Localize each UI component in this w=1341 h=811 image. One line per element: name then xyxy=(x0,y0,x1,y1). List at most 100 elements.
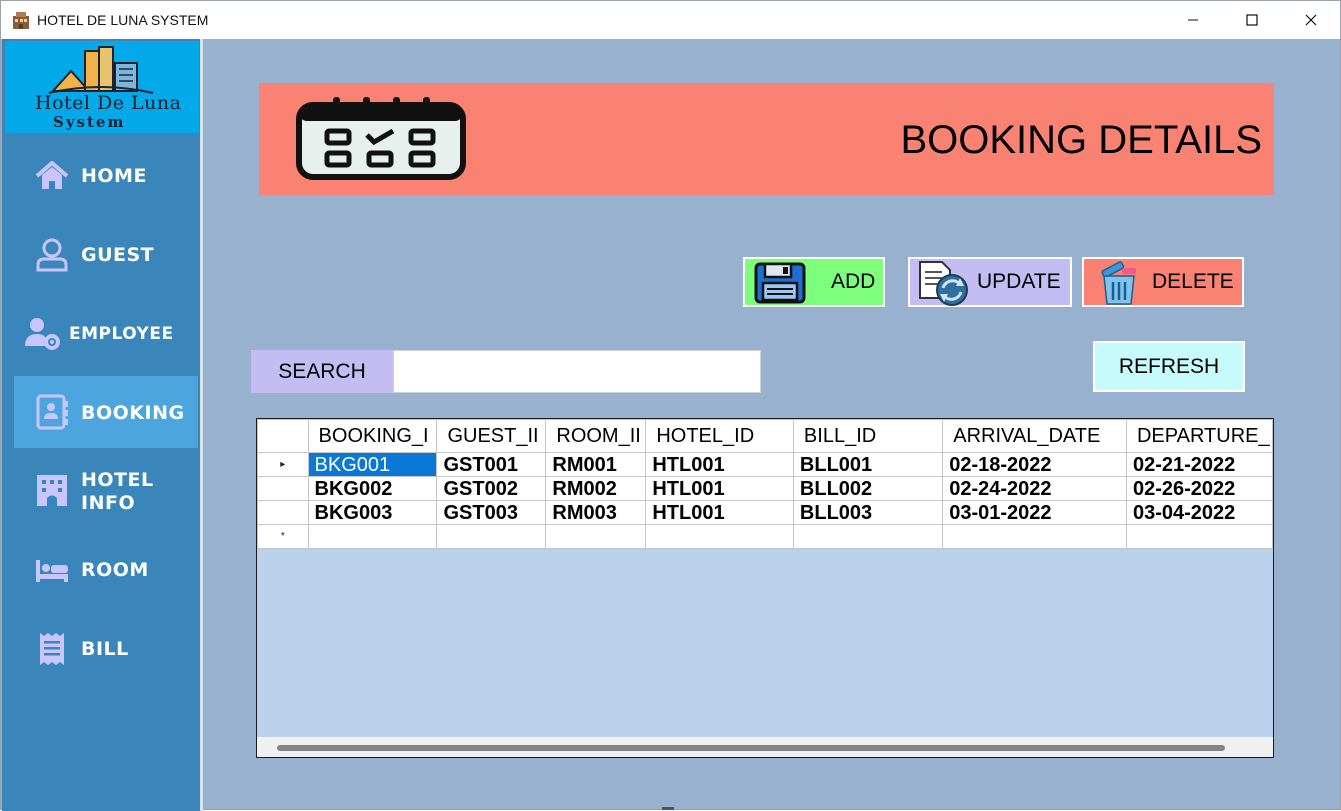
home-icon xyxy=(35,161,69,189)
floppy-save-icon xyxy=(754,262,806,304)
table-cell[interactable] xyxy=(436,524,547,549)
sidebar-item-employee[interactable]: EMPLOYEE xyxy=(14,297,198,369)
column-header[interactable]: GUEST_II xyxy=(436,419,547,453)
sidebar-item-label: BILL xyxy=(81,638,129,660)
table-cell[interactable]: 02-21-2022 xyxy=(1125,452,1273,477)
row-header[interactable] xyxy=(257,476,309,501)
maximize-icon xyxy=(1246,14,1258,26)
hotel-app-icon xyxy=(13,12,29,29)
contact-book-icon xyxy=(36,394,68,430)
page-title: BOOKING DETAILS xyxy=(900,118,1262,162)
update-button-label: UPDATE xyxy=(977,270,1061,293)
table-cell[interactable]: RM001 xyxy=(545,452,647,477)
calendar-icon xyxy=(296,97,466,180)
employee-gear-icon xyxy=(25,318,60,350)
column-header[interactable]: BILL_ID xyxy=(792,419,944,453)
current-row-indicator[interactable]: ▸ xyxy=(257,452,309,477)
table-cell[interactable] xyxy=(1125,524,1273,549)
delete-button[interactable]: DELETE xyxy=(1082,257,1244,307)
table-cell[interactable] xyxy=(307,524,438,549)
table-cell[interactable]: BLL002 xyxy=(792,476,944,501)
search-input[interactable] xyxy=(393,350,761,393)
sidebar-item-label: GUEST xyxy=(81,244,155,266)
minimize-button[interactable] xyxy=(1164,1,1222,39)
table-cell[interactable] xyxy=(545,524,647,549)
sidebar-item-label: HOME xyxy=(81,165,147,187)
horizontal-scrollbar[interactable] xyxy=(257,737,1273,757)
table-cell[interactable]: 03-04-2022 xyxy=(1125,500,1273,525)
table-cell[interactable]: HTL001 xyxy=(645,476,794,501)
table-cell[interactable]: 03-01-2022 xyxy=(942,500,1127,525)
booking-table: BOOKING_I GUEST_II ROOM_II HOTEL_ID BILL… xyxy=(257,419,1273,549)
refresh-button-label: REFRESH xyxy=(1118,354,1220,378)
table-cell[interactable]: GST003 xyxy=(436,500,547,525)
table-cell[interactable]: 02-26-2022 xyxy=(1125,476,1273,501)
sidebar-item-room[interactable]: ROOM xyxy=(14,534,198,606)
table-cell[interactable]: BKG003 xyxy=(307,500,438,525)
table-cell[interactable]: 02-24-2022 xyxy=(942,476,1127,501)
add-button-label: ADD xyxy=(831,270,876,293)
sidebar-divider xyxy=(200,39,203,811)
update-button[interactable]: UPDATE xyxy=(908,257,1072,307)
trash-icon xyxy=(1101,261,1136,305)
bed-icon xyxy=(36,560,68,582)
page-header-banner: BOOKING DETAILS xyxy=(259,83,1274,195)
table-cell[interactable]: RM002 xyxy=(545,476,647,501)
table-cell[interactable] xyxy=(792,524,944,549)
sidebar-item-label: BOOKING xyxy=(81,402,185,424)
table-cell[interactable]: RM003 xyxy=(545,500,647,525)
sidebar: Hotel De Luna System HOME GUEST EMPLOYEE… xyxy=(2,39,200,811)
close-button[interactable] xyxy=(1282,1,1340,39)
delete-button-label: DELETE xyxy=(1152,270,1234,293)
table-cell[interactable]: GST001 xyxy=(436,452,547,477)
sidebar-item-label: ROOM xyxy=(81,559,149,581)
table-header-row: BOOKING_I GUEST_II ROOM_II HOTEL_ID BILL… xyxy=(257,419,1273,453)
sidebar-item-booking[interactable]: BOOKING xyxy=(14,376,198,448)
user-icon xyxy=(36,238,68,272)
sidebar-item-guest[interactable]: GUEST xyxy=(14,219,198,291)
table-cell[interactable]: GST002 xyxy=(436,476,547,501)
new-row-indicator[interactable]: * xyxy=(257,524,309,549)
window-title: HOTEL DE LUNA SYSTEM xyxy=(37,12,209,28)
sidebar-item-label-line2: INFO xyxy=(81,492,136,514)
sidebar-item-hotel-info[interactable]: HOTEL INFO xyxy=(14,454,198,526)
logo-text-line1: Hotel De Luna xyxy=(35,92,182,114)
table-cell[interactable]: HTL001 xyxy=(645,500,794,525)
row-header-corner xyxy=(257,419,309,453)
sidebar-item-label: HOTEL xyxy=(81,469,154,491)
sidebar-item-home[interactable]: HOME xyxy=(14,140,198,212)
logo-text-line2: System xyxy=(53,113,126,131)
refresh-button[interactable]: REFRESH xyxy=(1093,341,1245,392)
table-cell[interactable]: BKG002 xyxy=(307,476,438,501)
table-row[interactable]: BKG003 GST003 RM003 HTL001 BLL003 03-01-… xyxy=(257,500,1273,525)
new-row[interactable]: * xyxy=(257,524,1273,549)
booking-data-grid[interactable]: BOOKING_I GUEST_II ROOM_II HOTEL_ID BILL… xyxy=(256,418,1274,758)
column-header[interactable]: BOOKING_I xyxy=(307,419,438,453)
table-cell[interactable] xyxy=(645,524,794,549)
title-bar: HOTEL DE LUNA SYSTEM xyxy=(1,1,1340,39)
document-refresh-icon xyxy=(919,261,968,306)
table-cell[interactable]: HTL001 xyxy=(645,452,794,477)
minimize-icon xyxy=(1188,19,1198,21)
sidebar-item-bill[interactable]: BILL xyxy=(14,613,198,685)
scrollbar-thumb[interactable] xyxy=(277,745,1225,751)
table-cell[interactable]: 02-18-2022 xyxy=(942,452,1127,477)
column-header[interactable]: HOTEL_ID xyxy=(645,419,794,453)
app-window: HOTEL DE LUNA SYSTEM Hotel De Luna Syste… xyxy=(0,0,1341,811)
row-header[interactable] xyxy=(257,500,309,525)
table-cell[interactable] xyxy=(942,524,1127,549)
receipt-icon xyxy=(40,633,64,665)
column-header[interactable]: DEPARTURE_ xyxy=(1125,419,1273,453)
column-header[interactable]: ARRIVAL_DATE xyxy=(942,419,1127,453)
close-icon xyxy=(1305,14,1317,26)
table-row[interactable]: ▸ BKG001 GST001 RM001 HTL001 BLL001 02-1… xyxy=(257,452,1273,477)
table-cell[interactable]: BLL001 xyxy=(792,452,944,477)
table-cell[interactable]: BLL003 xyxy=(792,500,944,525)
maximize-button[interactable] xyxy=(1223,1,1281,39)
add-button[interactable]: ADD xyxy=(743,257,885,307)
column-header[interactable]: ROOM_II xyxy=(545,419,647,453)
logo: Hotel De Luna System xyxy=(5,41,199,133)
hotel-logo-icon xyxy=(48,46,154,94)
table-cell[interactable]: BKG001 xyxy=(307,452,438,477)
table-row[interactable]: BKG002 GST002 RM002 HTL001 BLL002 02-24-… xyxy=(257,476,1273,501)
